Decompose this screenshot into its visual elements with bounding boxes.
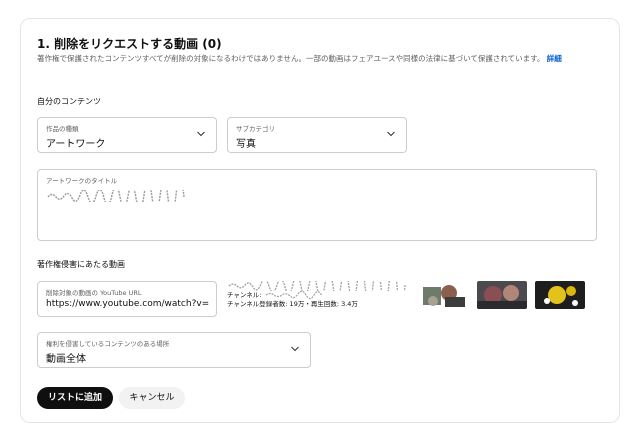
own-content-label: 自分のコンテンツ [37,97,101,106]
add-to-list-button[interactable]: リストに追加 [37,387,113,409]
redacted-title-text [47,190,185,202]
subcategory-label: サブカテゴリ [236,125,275,133]
video-thumbnail-3 [535,281,585,309]
description-text: 著作権で保護されたコンテンツすべてが削除の対象になるわけではありません。一部の動… [37,54,545,63]
infringing-video-label: 著作権侵害にあたる動画 [37,260,125,269]
video-url-field[interactable]: 削除対象の動画の YouTube URL https://www.youtube… [37,281,217,317]
video-channel-prefix: チャンネル: [227,291,262,299]
subcategory-select[interactable]: サブカテゴリ 写真 [227,117,407,153]
video-stats: チャンネル登録者数: 19万・再生回数: 3.4万 [227,300,358,308]
video-thumbnail-1 [419,281,469,309]
content-location-value: 動画全体 [46,354,86,365]
work-type-label: 作品の種類 [46,125,79,133]
redacted-video-title [228,281,406,291]
section-description: 著作権で保護されたコンテンツすべてが削除の対象になるわけではありません。一部の動… [37,53,607,65]
content-location-label: 権利を侵害しているコンテンツのある場所 [46,340,170,348]
redacted-channel-name [265,290,323,300]
subcategory-value: 写真 [236,139,256,150]
video-url-value[interactable]: https://www.youtube.com/watch?v=Fé [46,299,210,309]
artwork-title-field[interactable]: アートワークのタイトル [37,169,597,241]
content-location-select[interactable]: 権利を侵害しているコンテンツのある場所 動画全体 [37,332,311,368]
details-link[interactable]: 詳細 [547,54,562,63]
video-thumbnail-2 [477,281,527,309]
chevron-down-icon [290,344,300,354]
section-title: 1. 削除をリクエストする動画 (0) [37,37,222,51]
cancel-button[interactable]: キャンセル [119,387,185,409]
removal-request-card: 1. 削除をリクエストする動画 (0) 著作権で保護されたコンテンツすべてが削除… [20,18,620,423]
work-type-select[interactable]: 作品の種類 アートワーク [37,117,217,153]
video-url-label: 削除対象の動画の YouTube URL [46,289,142,297]
chevron-down-icon [386,129,396,139]
work-type-value: アートワーク [46,139,106,150]
artwork-title-label: アートワークのタイトル [46,177,118,185]
video-info: チャンネル: チャンネル登録者数: 19万・再生回数: 3.4万 [227,281,417,309]
chevron-down-icon [196,129,206,139]
